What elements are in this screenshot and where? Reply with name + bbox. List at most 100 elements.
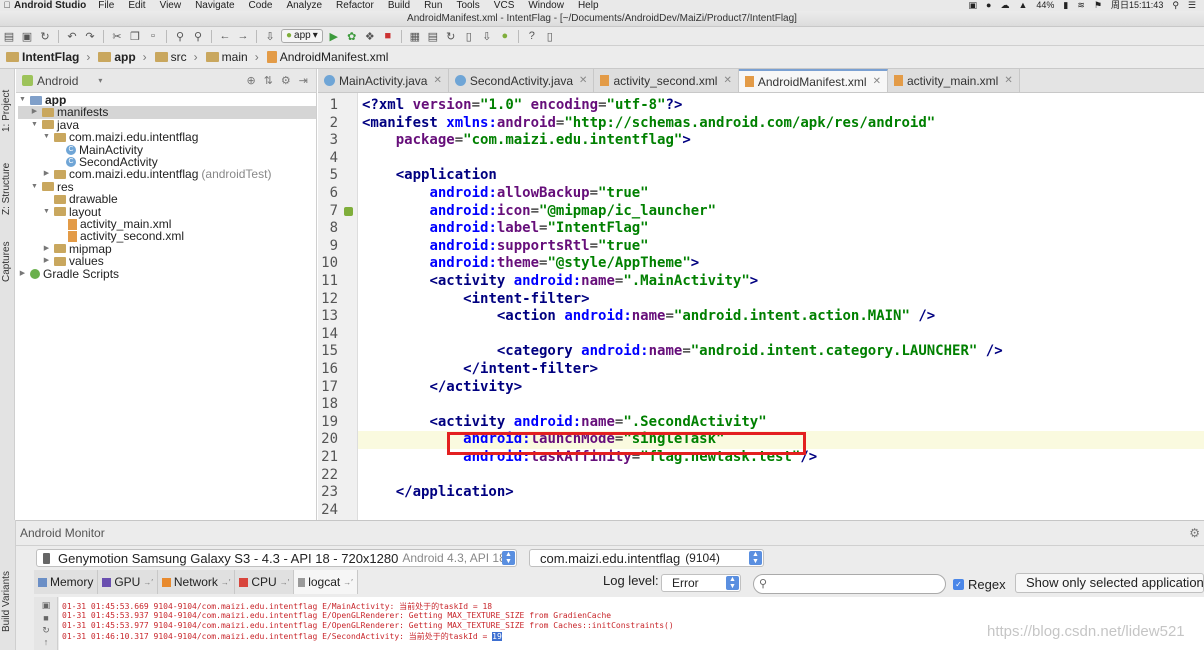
tree-node-values[interactable]: ▶ values (42, 255, 104, 268)
open-folder-icon[interactable]: ▤ (2, 29, 16, 43)
close-icon[interactable]: ✕ (723, 75, 731, 86)
expand-arrow-icon[interactable]: ▼ (30, 119, 39, 131)
help-icon[interactable]: ? (525, 29, 539, 43)
tab-structure[interactable]: Z: Structure (1, 153, 14, 225)
code-line[interactable]: package="com.maizi.edu.intentflag"> (362, 132, 691, 150)
menu-vcs[interactable]: VCS (494, 0, 515, 11)
sync-icon[interactable]: ↻ (38, 29, 52, 43)
pin-icon[interactable]: →′ (280, 578, 290, 587)
menu-view[interactable]: View (160, 0, 182, 11)
breadcrumb-item-file[interactable]: AndroidManifest.xml (263, 50, 393, 64)
process-select[interactable]: com.maizi.edu.intentflag (9104) ▲ ▼ (529, 549, 764, 567)
save-icon[interactable]: ▣ (20, 29, 34, 43)
logcat-filter-select[interactable]: Show only selected application (1015, 573, 1204, 593)
tree-node-activity-second-xml[interactable]: activity_second.xml (68, 230, 184, 243)
project-view-mode[interactable]: Android (37, 74, 78, 88)
pin-icon[interactable]: →′ (343, 578, 353, 587)
tree-node-drawable[interactable]: drawable (54, 193, 118, 206)
expand-arrow-icon[interactable]: ▼ (42, 131, 51, 143)
tab-network[interactable]: Network →′ (157, 570, 236, 594)
sdk-download-icon[interactable]: ⇩ (480, 29, 494, 43)
clock[interactable]: 周日15:11:43 (1111, 0, 1163, 11)
forward-icon[interactable]: → (236, 29, 250, 43)
tree-node-manifests[interactable]: ▶ manifests (18, 106, 316, 119)
apple-icon[interactable]:  (0, 0, 14, 11)
tab-memory[interactable]: Memory (34, 570, 99, 594)
device-icon[interactable]: ▯ (543, 29, 557, 43)
expand-arrow-icon[interactable]: ▶ (42, 255, 51, 267)
breadcrumb-item-main[interactable]: main › (202, 50, 263, 64)
code-line[interactable]: android:allowBackup="true" (362, 185, 648, 203)
restart-icon[interactable]: ↻ (41, 625, 51, 635)
close-icon[interactable]: ✕ (579, 75, 587, 86)
breadcrumb-item-src[interactable]: src › (151, 50, 202, 64)
code-editor[interactable]: 1 2 3 4 5 6 7 8 9 10 11 12 13 14 15 16 17 18 19 20 21 22 23 24 … (318, 93, 1204, 520)
code-line[interactable]: android:icon="@mipmap/ic_launcher" (362, 203, 716, 221)
code-line[interactable]: android:label="IntentFlag" (362, 220, 648, 238)
project-structure-icon[interactable]: ▦ (408, 29, 422, 43)
expand-arrow-icon[interactable]: ▼ (42, 206, 51, 218)
gradle-sync-icon[interactable]: ↻ (444, 29, 458, 43)
stop-icon[interactable]: ■ (381, 29, 395, 43)
tree-node-gradle-scripts[interactable]: ▶ Gradle Scripts (18, 267, 119, 280)
hide-icon[interactable]: ⇥ (299, 74, 308, 87)
menu-refactor[interactable]: Refactor (336, 0, 374, 11)
breadcrumb-item-project[interactable]: IntentFlag › (2, 50, 94, 64)
scroll-end-icon[interactable]: ■ (41, 613, 51, 623)
code-line[interactable]: <activity android:name=".SecondActivity" (362, 414, 766, 432)
tab-cpu[interactable]: CPU →′ (235, 570, 295, 594)
wifi-icon[interactable]: ≋ (1077, 0, 1085, 11)
android-device-monitor-icon[interactable]: ● (498, 29, 512, 43)
tab-activity-second-xml[interactable]: activity_second.xml ✕ (594, 69, 739, 92)
collapse-icon[interactable]: ⇅ (264, 74, 273, 87)
list-icon[interactable]: ☰ (1188, 0, 1196, 11)
up-icon[interactable]: ↑ (41, 637, 51, 647)
breadcrumb-item-app[interactable]: app › (94, 50, 150, 64)
menu-edit[interactable]: Edit (128, 0, 145, 11)
close-icon[interactable]: ✕ (433, 75, 441, 86)
search-icon[interactable]: ⚲ (1172, 0, 1179, 11)
run-icon[interactable]: ▶ (327, 29, 341, 43)
code-line[interactable]: <action android:name="android.intent.act… (362, 308, 935, 326)
code-line[interactable]: </activity> (362, 379, 522, 397)
device-select[interactable]: Genymotion Samsung Galaxy S3 - 4.3 - API… (36, 549, 517, 567)
battery-icon[interactable]: ▮ (1063, 0, 1068, 11)
tree-node-package-androidtest[interactable]: ▶ com.maizi.edu.intentflag (androidTest) (42, 168, 272, 181)
debug-icon[interactable]: ✿ (345, 29, 359, 43)
expand-arrow-icon[interactable]: ▼ (18, 94, 27, 106)
pin-icon[interactable]: →′ (221, 578, 231, 587)
tab-captures[interactable]: Captures (1, 231, 14, 293)
redo-icon[interactable]: ↷ (83, 29, 97, 43)
code-line[interactable]: android:theme="@style/AppTheme"> (362, 255, 699, 273)
menu-help[interactable]: Help (578, 0, 599, 11)
avd-manager-icon[interactable]: ▯ (462, 29, 476, 43)
sync-target-icon[interactable]: ⊕ (246, 74, 255, 87)
close-icon[interactable]: ✕ (873, 76, 881, 87)
tab-gpu[interactable]: GPU →′ (98, 570, 158, 594)
menu-file[interactable]: File (98, 0, 114, 11)
expand-arrow-icon[interactable]: ▶ (42, 243, 51, 255)
chevron-down-icon[interactable]: ▾ (98, 76, 102, 85)
flag-icon[interactable]: ⚑ (1094, 0, 1102, 11)
gear-icon[interactable]: ⚙ (1189, 521, 1200, 546)
regex-checkbox[interactable]: ✓ Regex (953, 577, 1006, 592)
app-menu[interactable]: Android Studio (14, 0, 86, 11)
run-config-select[interactable]: ● app ▾ (281, 29, 323, 43)
tab-mainactivity-java[interactable]: MainActivity.java ✕ (318, 69, 449, 92)
log-level-select[interactable]: Error ▲ ▼ (661, 574, 741, 592)
trash-icon[interactable]: ▣ (41, 600, 51, 610)
qq-icon[interactable]: ● (986, 0, 991, 11)
close-icon[interactable]: ✕ (1004, 75, 1012, 86)
tab-logcat[interactable]: logcat →′ (294, 570, 358, 594)
tab-activity-main-xml[interactable]: activity_main.xml ✕ (887, 69, 1020, 92)
find-icon[interactable]: ⚲ (173, 29, 187, 43)
tab-androidmanifest-xml[interactable]: AndroidManifest.xml ✕ (738, 69, 888, 92)
menu-build[interactable]: Build (388, 0, 410, 11)
cloud-icon[interactable]: ☁ (1000, 0, 1009, 11)
airplay-icon[interactable]: ▲ (1018, 0, 1027, 11)
code-line[interactable]: <category android:name="android.intent.c… (362, 343, 1003, 361)
replace-icon[interactable]: ⚲ (191, 29, 205, 43)
menu-code[interactable]: Code (249, 0, 273, 11)
camera-icon[interactable]: ▣ (968, 0, 977, 11)
back-icon[interactable]: ← (218, 29, 232, 43)
